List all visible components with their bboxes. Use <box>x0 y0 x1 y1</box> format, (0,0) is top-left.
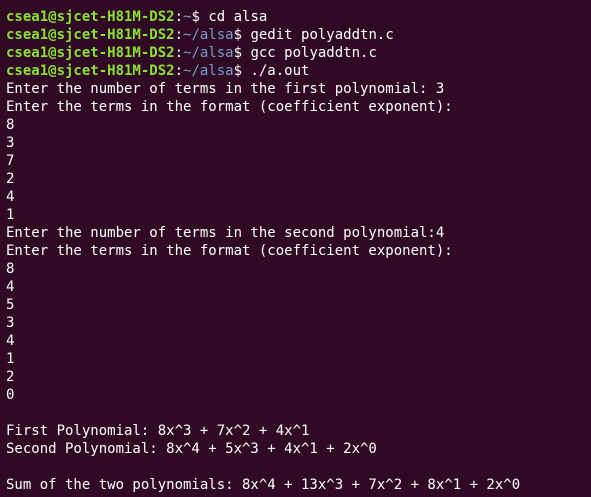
command-text: gedit polyaddtn.c <box>250 27 394 43</box>
prompt-user-host: csea1@sjcet-H81M-DS2 <box>6 45 175 61</box>
prompt-user-host: csea1@sjcet-H81M-DS2 <box>6 27 175 43</box>
output-line: Sum of the two polynomials: 8x^4 + 13x^3… <box>6 477 521 493</box>
output-line: 2 <box>6 369 15 385</box>
output-line: 1 <box>6 351 15 367</box>
output-line: 8 <box>6 261 15 277</box>
prompt-line: csea1@sjcet-H81M-DS2:~/alsa$ ./a.out <box>6 63 310 79</box>
terminal-window[interactable]: csea1@sjcet-H81M-DS2:~$ cd alsa csea1@sj… <box>0 0 591 497</box>
output-line: Enter the terms in the format (coefficie… <box>6 243 453 259</box>
command-text: ./a.out <box>250 63 310 79</box>
output-line: Enter the number of terms in the second … <box>6 225 445 241</box>
program-output: Enter the number of terms in the first p… <box>6 80 591 494</box>
output-line: 7 <box>6 153 15 169</box>
command-text: cd alsa <box>208 9 268 25</box>
command-text: gcc polyaddtn.c <box>250 45 377 61</box>
output-line: Enter the number of terms in the first p… <box>6 81 445 97</box>
prompt-path: ~/alsa <box>183 45 234 61</box>
output-line: 3 <box>6 135 15 151</box>
output-line: Second Polynomial: 8x^4 + 5x^3 + 4x^1 + … <box>6 441 377 457</box>
output-line: Enter the terms in the format (coefficie… <box>6 99 453 115</box>
prompt-line: csea1@sjcet-H81M-DS2:~/alsa$ gcc polyadd… <box>6 45 377 61</box>
output-line: 3 <box>6 315 15 331</box>
output-line: 0 <box>6 387 15 403</box>
output-line: 8 <box>6 117 15 133</box>
output-line: 4 <box>6 189 15 205</box>
prompt-user-host: csea1@sjcet-H81M-DS2 <box>6 63 175 79</box>
prompt-line: csea1@sjcet-H81M-DS2:~/alsa$ gedit polya… <box>6 27 394 43</box>
output-line: 4 <box>6 333 15 349</box>
prompt-path: ~/alsa <box>183 63 234 79</box>
prompt-line: csea1@sjcet-H81M-DS2:~$ cd alsa <box>6 9 268 25</box>
prompt-user-host: csea1@sjcet-H81M-DS2 <box>6 9 175 25</box>
prompt-path: ~/alsa <box>183 27 234 43</box>
output-line: 5 <box>6 297 15 313</box>
output-line: First Polynomial: 8x^3 + 7x^2 + 4x^1 <box>6 423 310 439</box>
output-line: 1 <box>6 207 15 223</box>
output-line: 4 <box>6 279 15 295</box>
output-line: 2 <box>6 171 15 187</box>
